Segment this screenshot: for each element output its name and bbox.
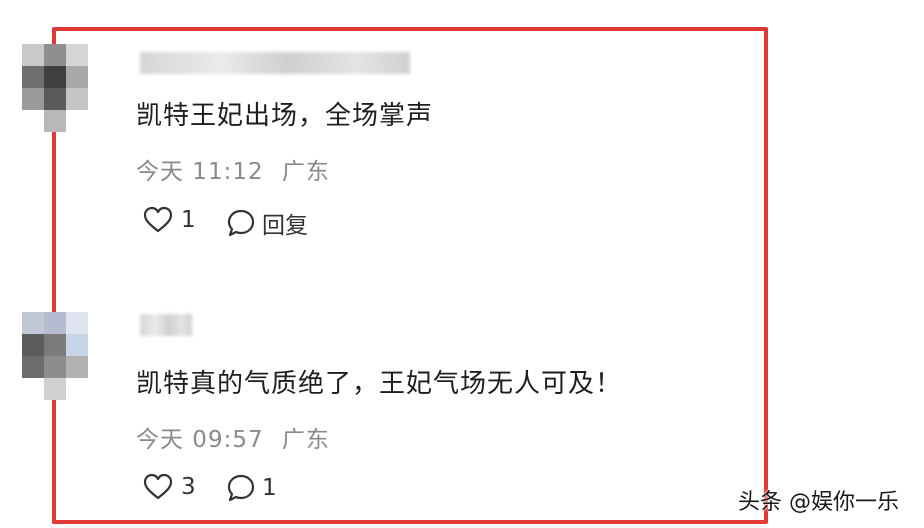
comment-meta: 今天 09:57 广东 <box>136 420 330 454</box>
comment-button[interactable]: 1 <box>226 473 277 503</box>
speech-bubble-icon <box>226 208 256 238</box>
speech-bubble-icon <box>226 473 256 503</box>
like-button[interactable]: 3 <box>143 473 196 501</box>
heart-outline-icon <box>143 473 173 501</box>
watermark: 头条 @娱你一乐 <box>738 490 899 515</box>
avatar-blurred[interactable] <box>22 312 106 404</box>
comment-location: 广东 <box>281 427 330 453</box>
like-count: 3 <box>181 474 196 500</box>
comment-location: 广东 <box>281 159 330 185</box>
like-count: 1 <box>181 207 196 233</box>
comment-time: 今天 09:57 <box>136 427 264 453</box>
comment-text: 凯特王妃出场，全场掌声 <box>136 101 434 131</box>
comment-meta: 今天 11:12 广东 <box>136 152 330 186</box>
like-button[interactable]: 1 <box>143 206 196 234</box>
reply-count: 1 <box>262 475 277 501</box>
avatar-blurred[interactable] <box>22 44 106 136</box>
username-blurred[interactable] <box>140 52 410 74</box>
reply-button[interactable]: 回复 <box>226 206 308 240</box>
reply-label: 回复 <box>262 213 308 239</box>
comment-text: 凯特真的气质绝了，王妃气场无人可及！ <box>136 369 623 399</box>
comment-time: 今天 11:12 <box>136 159 264 185</box>
heart-outline-icon <box>143 206 173 234</box>
username-blurred[interactable] <box>140 314 192 336</box>
